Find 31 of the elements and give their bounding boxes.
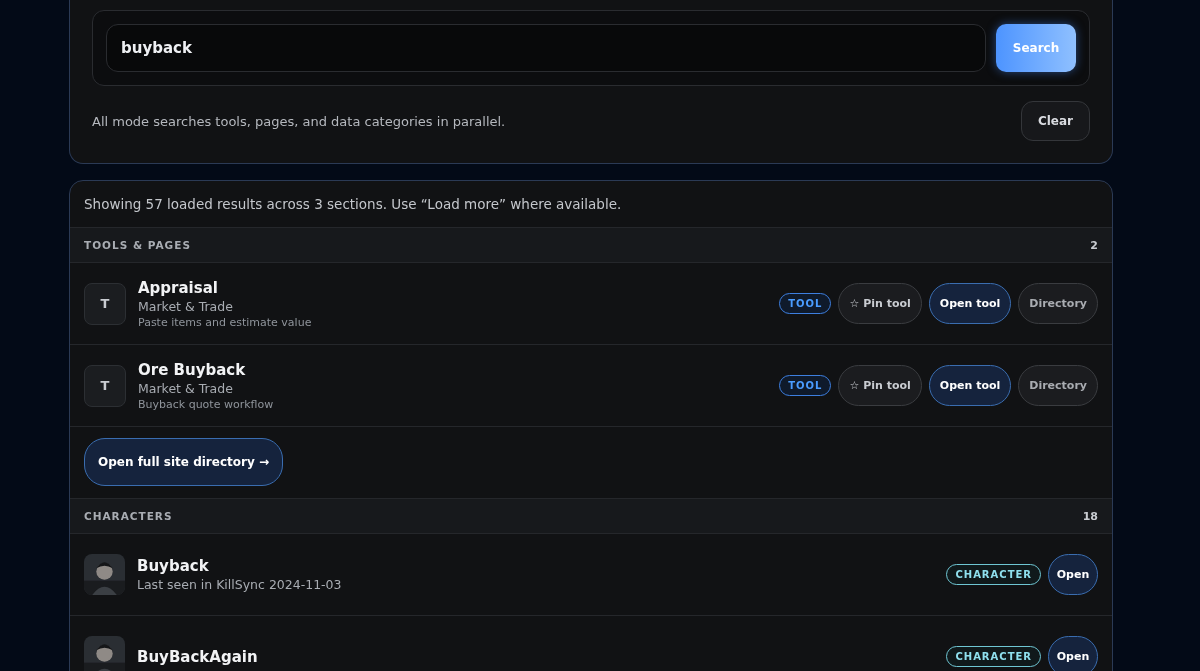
tool-initial-badge: T <box>84 364 126 407</box>
section-count: 18 <box>1082 509 1098 523</box>
open-button[interactable]: Open <box>1048 554 1098 595</box>
tool-title: Appraisal <box>138 278 219 297</box>
tool-description: Buyback quote workflow <box>138 397 275 411</box>
directory-button[interactable]: Directory <box>1018 365 1098 406</box>
tool-tag: TOOL <box>779 293 832 314</box>
character-name: BuyBackAgain <box>137 647 259 666</box>
search-field[interactable]: buyback <box>106 24 986 72</box>
open-tool-button[interactable]: Open tool <box>928 365 1012 406</box>
pin-tool-button[interactable]: ☆ Pin tool <box>838 365 922 406</box>
section-title: CHARACTERS <box>84 510 173 522</box>
character-name: Buyback <box>137 557 210 575</box>
tool-initial-badge: T <box>84 282 126 325</box>
pin-tool-button[interactable]: ☆ Pin tool <box>838 283 922 324</box>
clear-button[interactable]: Clear <box>1020 101 1090 141</box>
tool-tag: TOOL <box>779 375 832 396</box>
open-tool-button[interactable]: Open tool <box>928 283 1012 324</box>
tool-title: Ore Buyback <box>138 360 247 379</box>
open-button[interactable]: Open <box>1048 636 1098 671</box>
tool-category: Market & Trade <box>138 298 234 314</box>
site-directory-link[interactable]: Open full site directory → <box>84 438 283 486</box>
section-count: 2 <box>1090 238 1098 252</box>
search-hint: All mode searches tools, pages, and data categories in parallel. <box>92 113 506 129</box>
tool-description: Paste items and estimate value <box>138 315 313 329</box>
character-tag: CHARACTER <box>946 646 1041 667</box>
character-tag: CHARACTER <box>946 564 1041 585</box>
character-last-seen: Last seen in KillSync 2024-11-03 <box>137 577 343 592</box>
tool-category: Market & Trade <box>138 380 234 396</box>
section-title: TOOLS & PAGES <box>84 239 191 251</box>
directory-button[interactable]: Directory <box>1018 283 1098 324</box>
